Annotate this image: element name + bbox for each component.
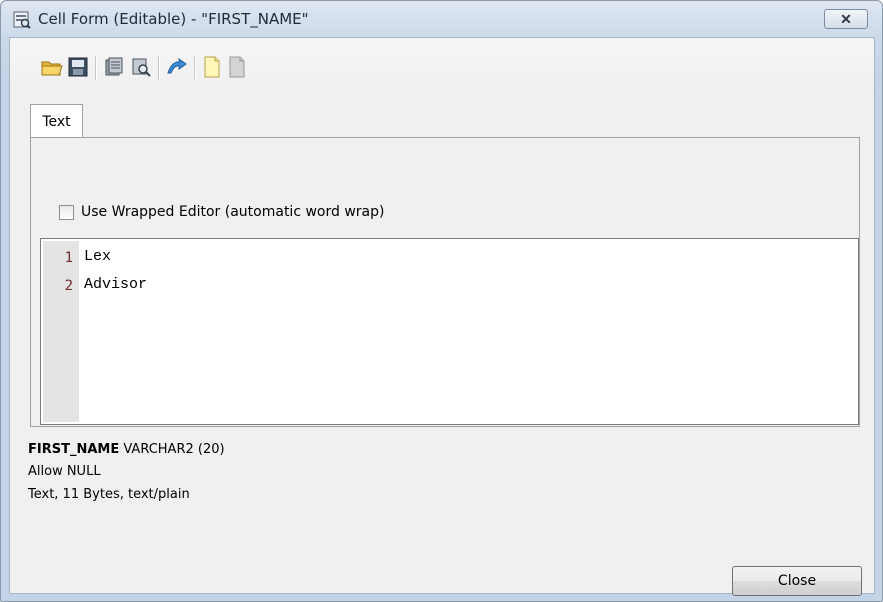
edit-document-button[interactable]: [225, 56, 249, 80]
tab-text-label: Text: [42, 113, 71, 130]
tab-text[interactable]: Text: [30, 104, 83, 138]
load-lob-button[interactable]: [102, 56, 126, 80]
save-to-file-icon: [68, 57, 88, 80]
text-editor[interactable]: 1 2 Lex Advisor: [40, 238, 859, 425]
open-external-button[interactable]: [165, 56, 189, 80]
toolbar: [10, 38, 874, 96]
title-bar[interactable]: Cell Form (Editable) - "FIRST_NAME" ✕: [1, 1, 882, 37]
cell-form-icon: [13, 11, 31, 29]
column-name: FIRST_NAME: [28, 442, 120, 457]
toolbar-separator: [158, 56, 160, 80]
line-number: 1: [64, 250, 73, 266]
window-close-button[interactable]: ✕: [824, 9, 868, 29]
line-number-gutter: 1 2: [43, 241, 79, 422]
column-type: VARCHAR2 (20): [123, 442, 225, 457]
toolbar-separator: [194, 56, 196, 80]
view-lob-icon: [131, 57, 151, 80]
open-folder-button[interactable]: [40, 56, 64, 80]
close-button-label: Close: [777, 573, 817, 589]
load-lob-icon: [104, 57, 124, 80]
edit-document-icon: [228, 56, 246, 81]
open-external-icon: [166, 57, 188, 80]
close-icon: ✕: [840, 10, 852, 27]
cell-form-window: Cell Form (Editable) - "FIRST_NAME" ✕ Te…: [0, 0, 883, 602]
new-document-button[interactable]: [200, 56, 224, 80]
open-folder-icon: [41, 57, 63, 80]
editor-line[interactable]: Advisor: [84, 276, 147, 293]
view-lob-button[interactable]: [129, 56, 153, 80]
line-number: 2: [64, 278, 73, 294]
new-document-icon: [203, 56, 221, 81]
toolbar-separator: [95, 56, 97, 80]
wrapped-editor-option[interactable]: Use Wrapped Editor (automatic word wrap): [59, 202, 384, 222]
content-info: Text, 11 Bytes, text/plain: [28, 487, 190, 502]
wrapped-editor-label: Use Wrapped Editor (automatic word wrap): [81, 204, 385, 220]
save-to-file-button[interactable]: [66, 56, 90, 80]
editor-line[interactable]: Lex: [84, 248, 111, 265]
close-button[interactable]: Close: [732, 566, 862, 596]
column-type-line: FIRST_NAME VARCHAR2 (20): [28, 442, 225, 457]
column-nullability: Allow NULL: [28, 464, 101, 479]
wrapped-editor-checkbox[interactable]: [59, 204, 74, 220]
window-title: Cell Form (Editable) - "FIRST_NAME": [38, 10, 309, 28]
